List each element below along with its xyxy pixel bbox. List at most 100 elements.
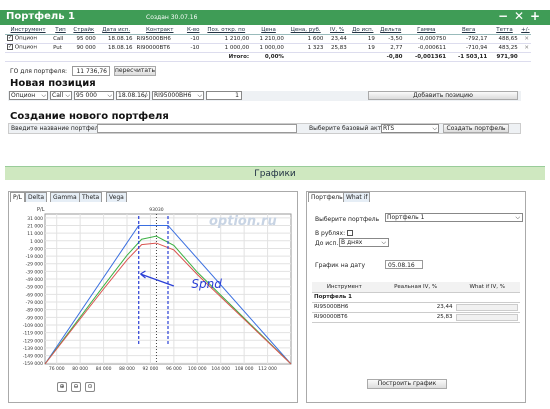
go-label: ГО для портфеля: (10, 68, 67, 75)
y-tick-label: 21 000 (27, 223, 43, 229)
column-header[interactable]: Страйк (69, 26, 98, 35)
graph-date-input[interactable]: 05.08.16 (385, 260, 423, 269)
y-tick-label: -99 000 (26, 315, 44, 321)
tab-portfolio[interactable]: Портфель (308, 192, 346, 202)
annotation-text: Spnd (191, 277, 222, 291)
y-tick-label: -79 000 (26, 300, 44, 306)
y-tick-label: 11 000 (27, 231, 43, 237)
portfolio-select-label: Выберите портфель (315, 216, 380, 223)
table-row: ✓ Опцион Put 90 000 18.08.16 RI90000BT6 -10… (5, 43, 531, 53)
group-label: Портфель 1 (312, 292, 520, 303)
price-marker-label: 93030 (149, 207, 163, 213)
remove-row-icon[interactable]: ✕ (519, 43, 531, 53)
x-tick-label: 76 000 (49, 366, 65, 372)
expiry-label: До исп.: (315, 240, 341, 247)
y-tick-label: -119 000 (23, 331, 43, 337)
column-header[interactable]: +/- (519, 26, 531, 35)
quantity-field[interactable]: 1 (206, 91, 242, 100)
row-checkbox[interactable]: ✓ (7, 44, 13, 51)
create-portfolio-button[interactable]: Создать портфель (443, 124, 509, 133)
new-position-title: Новая позиция (10, 78, 96, 89)
row-checkbox[interactable]: ✓ (7, 35, 13, 42)
y-tick-label: 31 000 (27, 216, 43, 222)
table-row: RI95000BH6 23,44 (312, 302, 520, 313)
column-header[interactable]: Цена (251, 26, 286, 35)
column-header[interactable]: До исп. (348, 26, 377, 35)
asset-select[interactable]: RTS ⌵ (381, 124, 439, 133)
new-portfolio-title: Создание нового портфеля (10, 111, 169, 122)
new-portfolio-bar: Введите название портфеля Выберите базов… (8, 123, 521, 134)
strike-select[interactable]: 95 000 ⌵ (74, 91, 114, 100)
y-tick-label: -129 000 (23, 338, 43, 344)
x-tick-label: 92 000 (143, 366, 159, 372)
tab-pl[interactable]: P/L (10, 192, 25, 202)
y-tick-label: -9 000 (28, 246, 43, 252)
x-tick-label: 80 000 (72, 366, 88, 372)
column-header[interactable]: Тип (51, 26, 70, 35)
rub-checkbox[interactable] (347, 230, 353, 236)
iv-table: Инструмент Реальная IV, % What if IV, % По… (312, 282, 520, 323)
date-select[interactable]: 18.08.16/⌵ (116, 91, 150, 100)
tab-whatif[interactable]: What if (343, 192, 371, 202)
column-header[interactable]: Вега (448, 26, 490, 35)
positions-table: Инструмент Тип Страйк Дата исп. Контракт К-во… (5, 26, 531, 62)
recalc-button[interactable]: пересчитать (114, 66, 156, 76)
column-header[interactable]: IV, % (325, 26, 349, 35)
chart-panel: P/L Delta Gamma Theta Vega 31 000 21 000 1… (8, 191, 298, 403)
y-tick-label: -29 000 (26, 262, 44, 268)
instrument-select[interactable]: Опцион ⌵ (9, 91, 48, 100)
tab-gamma[interactable]: Gamma (50, 192, 80, 202)
graph-date-label: График на дату (315, 262, 366, 269)
type-select[interactable]: Call ⌵ (50, 91, 72, 100)
y-tick-label: -89 000 (26, 308, 44, 314)
totals-row: Итого: 0,00% -0,80 -0,001361 -1 503,11 971,… (5, 52, 531, 62)
y-axis-label: P/L (37, 207, 45, 213)
x-tick-label: 84 000 (96, 366, 112, 372)
x-tick-label: 88 000 (119, 366, 135, 372)
contract-select[interactable]: RI95000BH6 ⌵ (152, 91, 204, 100)
close-icon[interactable]: ✕ (514, 9, 524, 23)
column-header[interactable]: Контракт (134, 26, 185, 35)
y-tick-label: -59 000 (26, 285, 44, 291)
tab-vega[interactable]: Vega (106, 192, 127, 202)
column-header[interactable]: Дата исп. (97, 26, 135, 35)
column-header[interactable]: Цена, руб. (285, 26, 326, 35)
y-tick-label: -139 000 (23, 346, 43, 352)
created-date: Создан 30.07.16 (146, 14, 198, 21)
tab-theta[interactable]: Theta (79, 192, 103, 202)
zoom-in-icon[interactable]: ⊕ (57, 382, 67, 392)
x-tick-label: 96 000 (166, 366, 182, 372)
zoom-reset-icon[interactable]: ⊙ (85, 382, 95, 392)
build-chart-button[interactable]: Построить график (367, 379, 447, 389)
go-value: 11 736,76 (72, 66, 110, 76)
add-position-button[interactable]: Добавить позицию (368, 91, 518, 100)
column-header[interactable]: Поз. откр. по (201, 26, 252, 35)
expiry-select[interactable]: В днях ⌵ (339, 238, 389, 247)
portfolio-select[interactable]: Портфель 1 ⌵ (385, 213, 523, 222)
minimize-icon[interactable]: − (498, 9, 508, 23)
portfolio-name-input[interactable] (97, 124, 297, 133)
column-header[interactable]: Инструмент (5, 26, 52, 35)
whatif-iv-input[interactable] (456, 303, 518, 311)
y-tick-label: -149 000 (23, 354, 43, 360)
new-position-bar: Опцион ⌵ Call ⌵ 95 000 ⌵ 18.08.16/⌵ RI95000… (8, 91, 521, 101)
window-title: Портфель 1 (6, 11, 75, 22)
tab-delta[interactable]: Delta (25, 192, 48, 202)
y-tick-label: -39 000 (26, 269, 44, 275)
y-tick-label: -19 000 (26, 254, 44, 260)
y-tick-label: 1 000 (30, 239, 43, 245)
table-row: ✓ Опцион Call 95 000 18.08.16 RI95000BH6 -1… (5, 34, 531, 44)
column-header[interactable]: Тетта (489, 26, 520, 35)
x-tick-label: 108 000 (235, 366, 254, 372)
column-header[interactable]: К-во (184, 26, 202, 35)
remove-row-icon[interactable]: ✕ (519, 34, 531, 44)
column-header[interactable]: Дельта (376, 26, 405, 35)
x-tick-label: 100 000 (188, 366, 207, 372)
window-titlebar: Портфель 1 Создан 30.07.16 − ✕ + (0, 9, 550, 25)
table-row: RI90000BT6 25,83 (312, 312, 520, 323)
whatif-iv-input[interactable] (456, 313, 518, 321)
add-icon[interactable]: + (530, 9, 540, 23)
portfolio-name-label: Введите название портфеля (11, 125, 103, 132)
column-header[interactable]: Гамма (404, 26, 449, 35)
zoom-out-icon[interactable]: ⊖ (71, 382, 81, 392)
